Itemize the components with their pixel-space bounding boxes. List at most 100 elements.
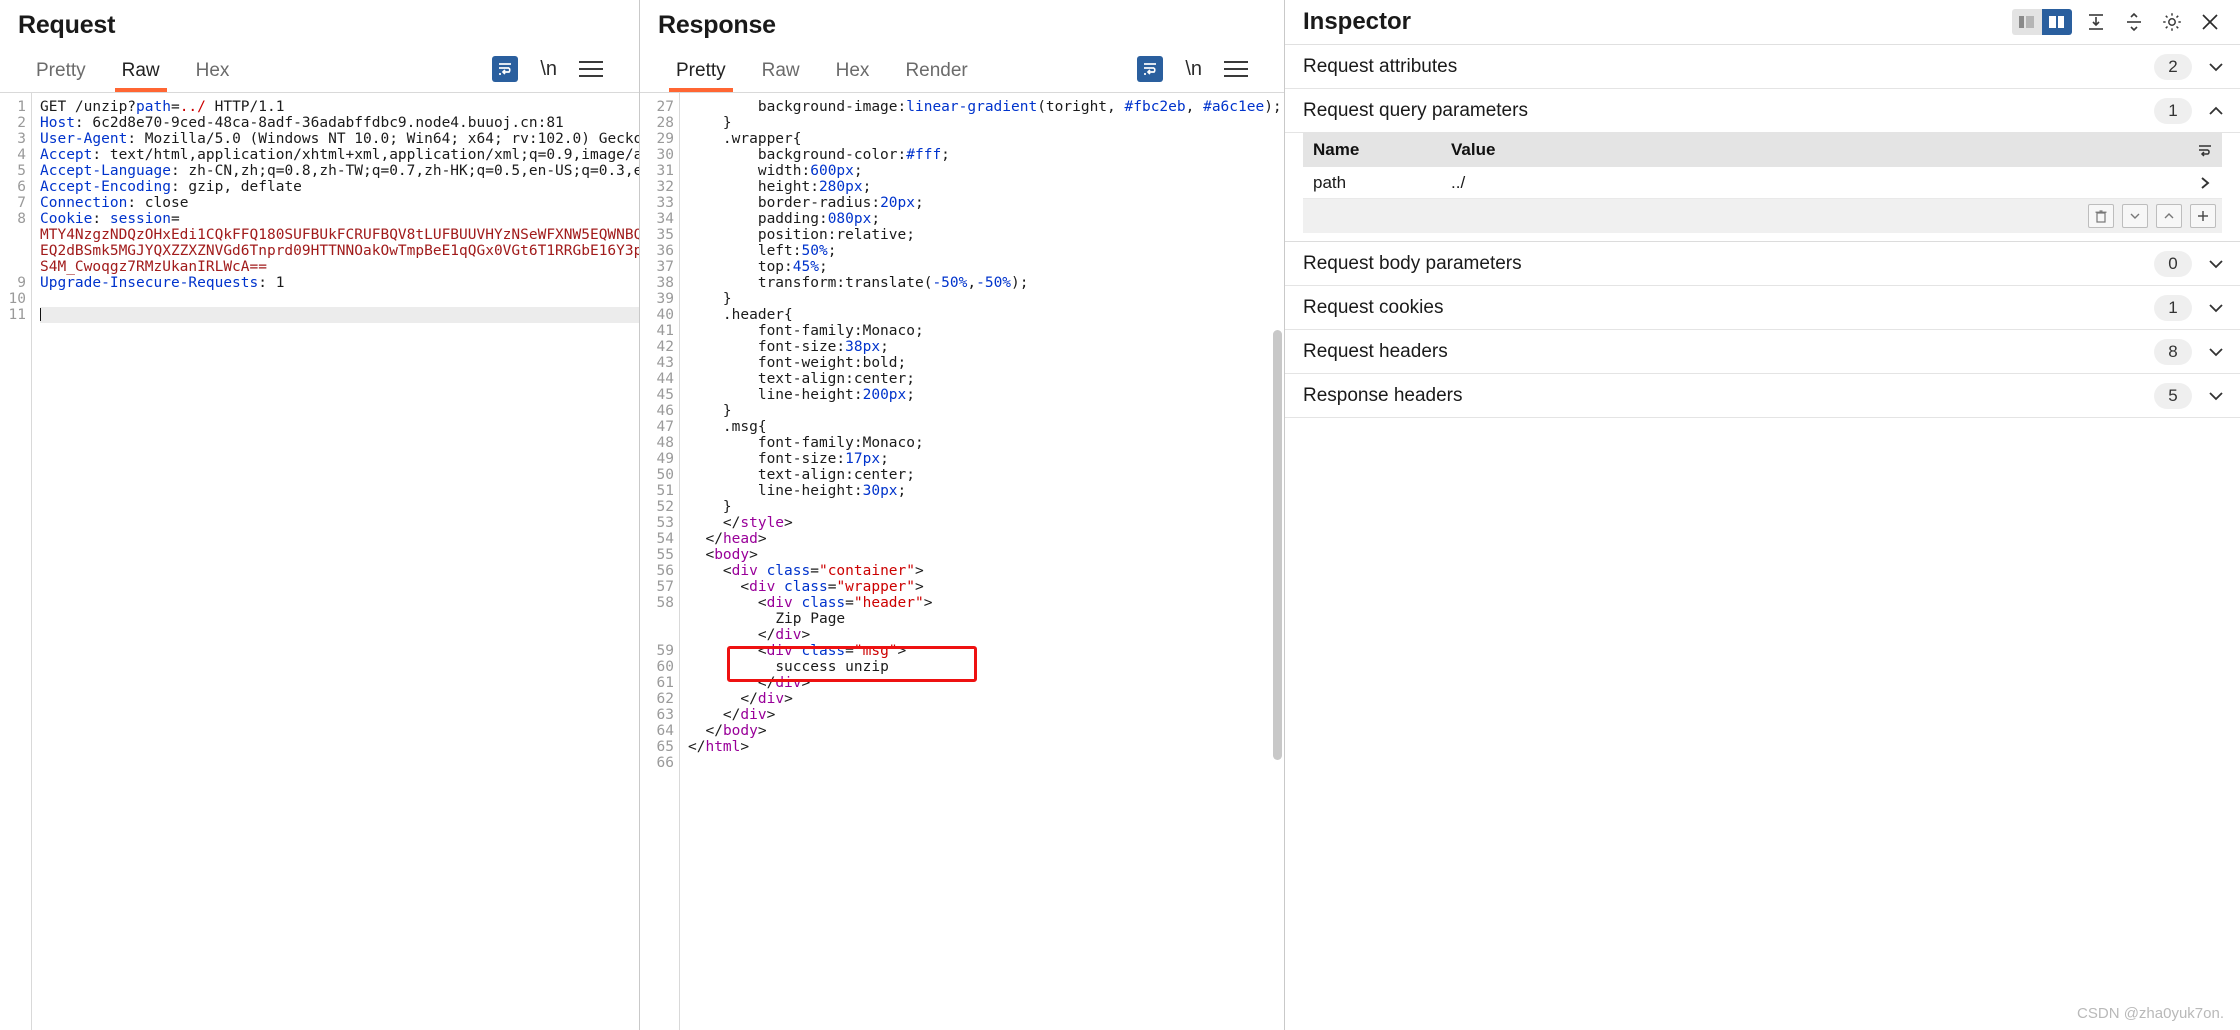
code-line[interactable]: Connection: close [40,195,639,211]
code-line[interactable]: <div class="header"> [688,595,1284,611]
code-line[interactable]: line-height:200px; [688,387,1284,403]
tab-response-hex[interactable]: Hex [818,56,888,92]
table-row[interactable]: path ../ [1303,167,2222,199]
inspector-section-request-query-parameters[interactable]: Request query parameters 1 [1285,89,2240,133]
code-line[interactable]: </head> [688,531,1284,547]
code-line[interactable]: Cookie: session= [40,211,639,227]
code-line[interactable]: text-align:center; [688,467,1284,483]
request-code-content[interactable]: GET /unzip?path=../ HTTP/1.1 Host: 6c2d8e… [32,93,639,1030]
collapse-all-icon[interactable] [2120,9,2148,35]
hamburger-menu-icon[interactable] [579,60,603,78]
code-line[interactable]: MTY4NzgzNDQzOHxEdi1CQkFFQ180SUFBUkFCRUFB… [40,227,639,243]
code-line[interactable]: } [688,291,1284,307]
code-line[interactable]: .msg{ [688,419,1284,435]
code-line[interactable]: background-image:linear-gradient(toright… [688,99,1284,115]
param-value[interactable]: ../ [1443,173,2188,193]
code-line[interactable]: text-align:center; [688,371,1284,387]
code-line[interactable]: padding:080px; [688,211,1284,227]
code-line[interactable]: } [688,403,1284,419]
word-wrap-icon[interactable] [492,56,519,82]
hamburger-menu-icon[interactable] [1224,60,1248,78]
tab-response-render[interactable]: Render [887,56,985,92]
code-line[interactable]: width:600px; [688,163,1284,179]
code-line[interactable]: <div class="container"> [688,563,1284,579]
tab-request-hex[interactable]: Hex [178,56,248,92]
move-down-button[interactable] [2122,204,2148,228]
scrollbar-thumb[interactable] [1273,330,1282,760]
code-line[interactable] [688,755,1284,771]
code-line[interactable]: Accept-Encoding: gzip, deflate [40,179,639,195]
code-line[interactable]: transform:translate(-50%,-50%); [688,275,1284,291]
code-line[interactable]: S4M_Cwoqgz7RMzUkanIRLWcA== [40,259,639,275]
code-line[interactable]: </div> [688,707,1284,723]
chevron-down-icon[interactable] [2206,254,2226,274]
tab-response-pretty[interactable]: Pretty [658,56,744,92]
tab-request-raw[interactable]: Raw [104,56,178,92]
inspector-section-request-attributes[interactable]: Request attributes 2 [1285,45,2240,89]
tab-request-pretty[interactable]: Pretty [18,56,104,92]
word-wrap-icon[interactable] [1137,56,1164,82]
code-line[interactable]: GET /unzip?path=../ HTTP/1.1 [40,99,639,115]
code-line[interactable]: background-color:#fff; [688,147,1284,163]
inspector-section-request-cookies[interactable]: Request cookies 1 [1285,286,2240,330]
code-line[interactable]: height:280px; [688,179,1284,195]
code-line[interactable]: Upgrade-Insecure-Requests: 1 [40,275,639,291]
tab-response-raw[interactable]: Raw [744,56,818,92]
inspector-section-request-headers[interactable]: Request headers 8 [1285,330,2240,374]
code-line[interactable]: Accept: text/html,application/xhtml+xml,… [40,147,639,163]
code-line[interactable]: <div class="wrapper"> [688,579,1284,595]
code-line[interactable]: </body> [688,723,1284,739]
code-line[interactable]: </div> [688,627,1284,643]
code-line[interactable]: User-Agent: Mozilla/5.0 (Windows NT 10.0… [40,131,639,147]
code-line[interactable]: </style> [688,515,1284,531]
code-line[interactable]: font-weight:bold; [688,355,1284,371]
code-line[interactable]: } [688,499,1284,515]
chevron-right-icon[interactable] [2188,175,2222,191]
move-up-button[interactable] [2156,204,2182,228]
chevron-up-icon[interactable] [2206,101,2226,121]
code-line[interactable]: top:45%; [688,259,1284,275]
code-line[interactable]: <body> [688,547,1284,563]
code-line[interactable]: .wrapper{ [688,131,1284,147]
panel-split-view-icon[interactable] [2042,9,2072,35]
code-line[interactable]: font-size:17px; [688,451,1284,467]
expand-all-icon[interactable] [2082,9,2110,35]
code-line[interactable] [40,291,639,307]
code-line[interactable]: <div class="msg"> [688,643,1284,659]
code-line[interactable]: Host: 6c2d8e70-9ced-48ca-8adf-36adabffdb… [40,115,639,131]
newline-toggle-icon[interactable]: \n [540,58,557,81]
code-line[interactable] [40,307,639,323]
code-line[interactable]: } [688,115,1284,131]
response-editor[interactable]: 27 28 29 30 31 32 33 34 35 36 37 38 39 40 41 42 43 44 45 46… [640,93,1284,1030]
code-line[interactable]: border-radius:20px; [688,195,1284,211]
code-line[interactable]: font-family:Monaco; [688,323,1284,339]
code-line[interactable]: </html> [688,739,1284,755]
add-row-button[interactable] [2190,204,2216,228]
close-icon[interactable] [2196,9,2224,35]
delete-row-button[interactable] [2088,204,2114,228]
code-line[interactable]: font-family:Monaco; [688,435,1284,451]
chevron-down-icon[interactable] [2206,342,2226,362]
code-line[interactable]: </div> [688,691,1284,707]
code-line[interactable]: left:50%; [688,243,1284,259]
code-line[interactable]: Accept-Language: zh-CN,zh;q=0.8,zh-TW;q=… [40,163,639,179]
code-line[interactable]: </div> [688,675,1284,691]
code-line[interactable]: position:relative; [688,227,1284,243]
gear-icon[interactable] [2158,9,2186,35]
code-line[interactable]: line-height:30px; [688,483,1284,499]
code-line[interactable]: .header{ [688,307,1284,323]
chevron-down-icon[interactable] [2206,57,2226,77]
response-code-content[interactable]: background-image:linear-gradient(toright… [680,93,1284,1030]
code-line[interactable]: success unzip [688,659,1284,675]
newline-toggle-icon[interactable]: \n [1185,58,1202,81]
code-line[interactable]: font-size:38px; [688,339,1284,355]
chevron-down-icon[interactable] [2206,298,2226,318]
response-scrollbar[interactable] [1273,90,1282,960]
code-line[interactable]: Zip Page [688,611,1284,627]
panel-left-view-icon[interactable] [2012,9,2042,35]
request-editor[interactable]: 12345678 9 10 11 GET /unzip?path=../ HTTP/… [0,93,639,1030]
table-options-icon[interactable] [2188,143,2222,157]
chevron-down-icon[interactable] [2206,386,2226,406]
inspector-section-response-headers[interactable]: Response headers 5 [1285,374,2240,418]
code-line[interactable]: EQ2dBSmk5MGJYQXZZXZNVGd6Tnprd09HTTNNOakO… [40,243,639,259]
